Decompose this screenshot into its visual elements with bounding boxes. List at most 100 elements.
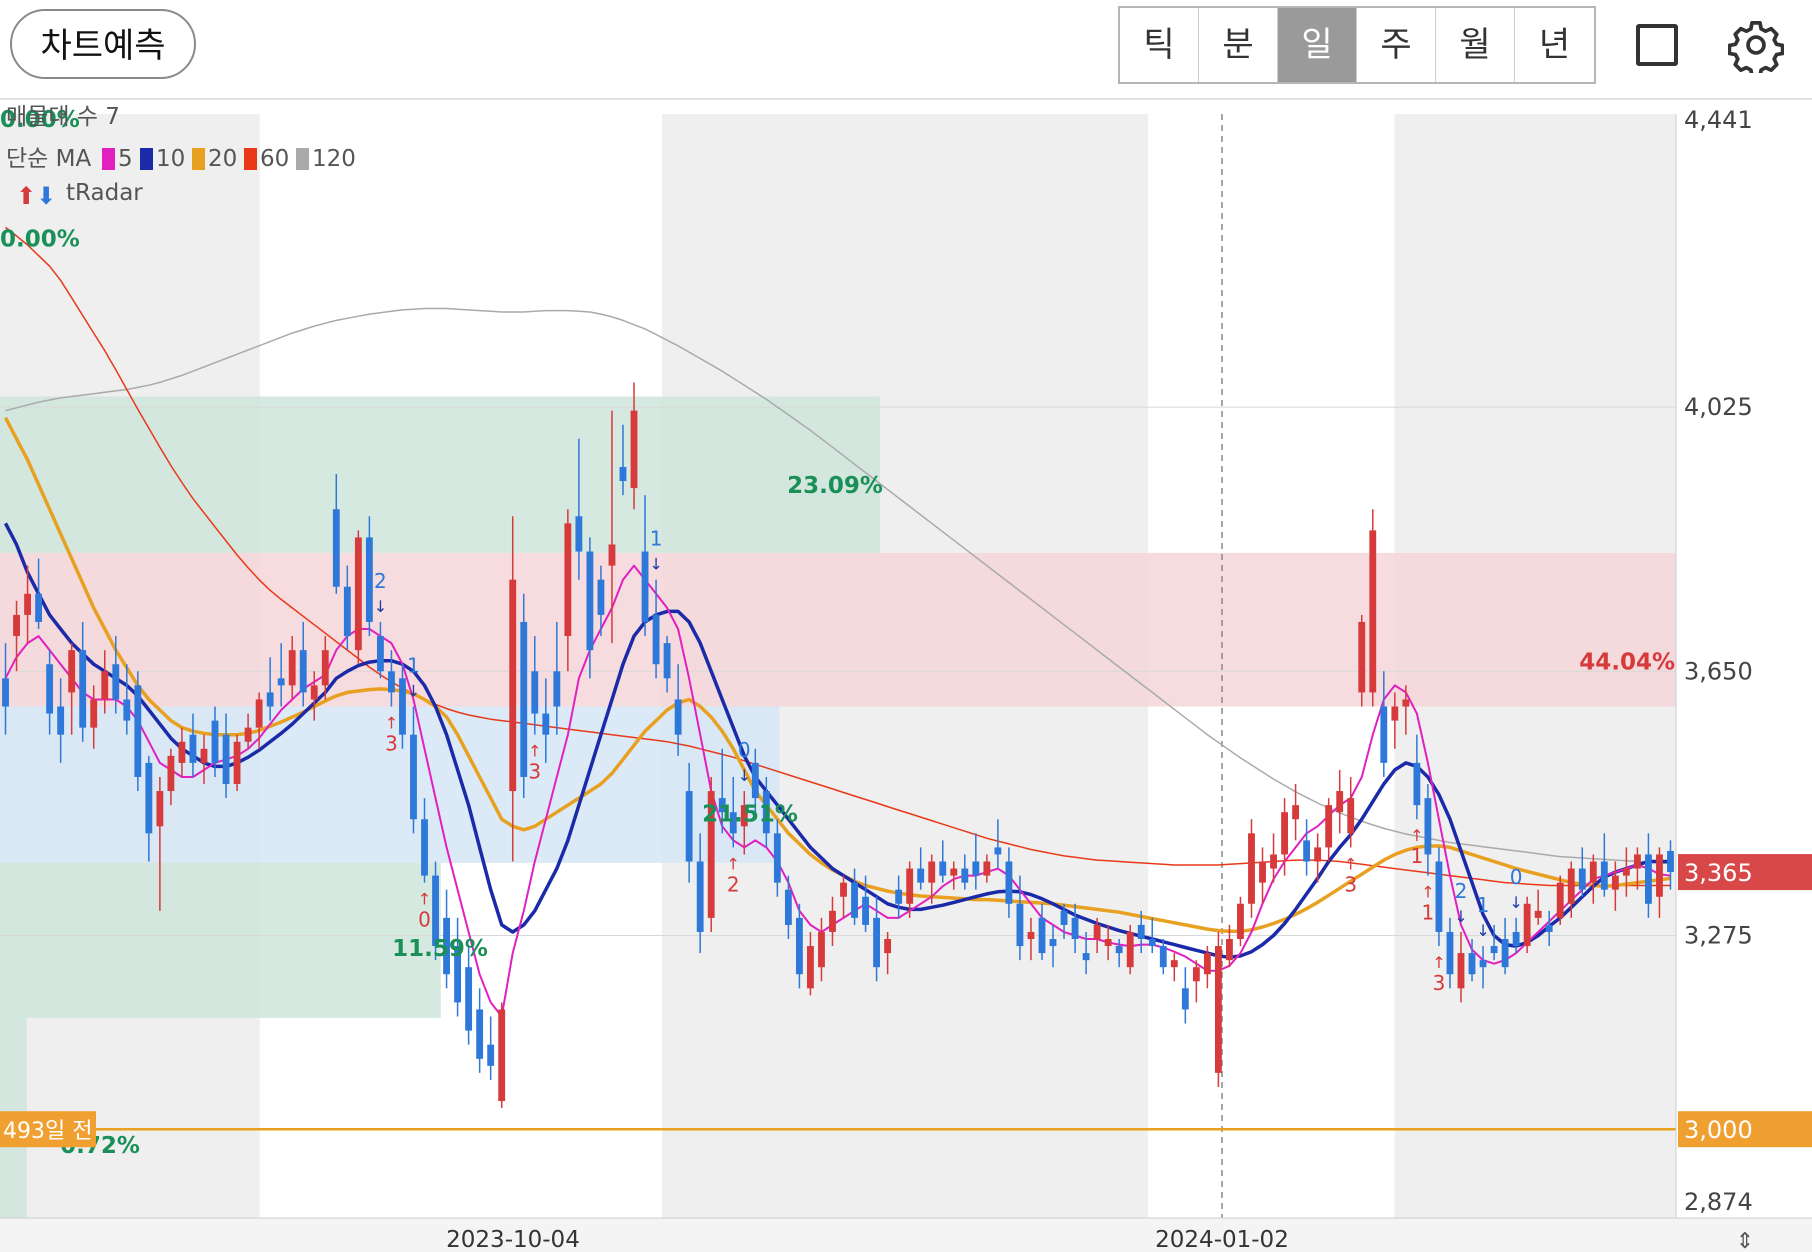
candle-body <box>520 621 528 777</box>
ma-legend-label: 5 <box>118 146 133 172</box>
candle-body <box>1137 924 1145 940</box>
candle-body <box>961 868 969 883</box>
candle-body <box>1027 931 1035 940</box>
scroll-handle-icon: ⇕ <box>1736 1229 1754 1252</box>
candle-body <box>553 671 561 707</box>
candle-body <box>1270 854 1277 869</box>
candle-body <box>1347 798 1355 834</box>
candle-body <box>255 699 263 728</box>
zone-pct-23: 23.09% <box>787 473 883 499</box>
candle-body <box>597 579 605 615</box>
square-icon[interactable] <box>1636 24 1678 66</box>
candle-body <box>365 537 373 622</box>
candle-body <box>156 791 164 827</box>
ma-legend-swatch <box>244 148 257 170</box>
candle-body <box>1578 868 1586 890</box>
candle-body <box>784 889 792 925</box>
candle-body <box>1314 847 1322 862</box>
candle-body <box>1589 861 1597 883</box>
gear-icon[interactable] <box>1728 17 1784 73</box>
candle-body <box>145 762 153 834</box>
ma-legend-label: 20 <box>208 146 237 172</box>
candle-body <box>1446 931 1454 975</box>
candle-body <box>1667 850 1674 873</box>
signal-label: 2 <box>727 872 740 896</box>
candle-body <box>46 664 54 714</box>
signal-label: 3 <box>528 760 541 784</box>
candlestick-chart[interactable]: 1↓↑02↓↑31↓↑20↓↑31↓↑32↓↑10↓↑1↑323.09%44.0… <box>0 100 1812 1252</box>
y-tick-label: 2,874 <box>1684 1188 1753 1216</box>
candle-body <box>1259 861 1266 883</box>
candle-body <box>310 685 318 700</box>
candle-body <box>641 551 649 622</box>
volume-profile-zone <box>0 862 441 1018</box>
candle-body <box>465 967 473 1031</box>
candle-body <box>773 833 781 883</box>
candle-body <box>652 614 660 665</box>
buy-arrow-icon: ↑ <box>528 742 541 761</box>
candle-body <box>1556 882 1564 918</box>
candle-body <box>1170 960 1178 968</box>
candle-body <box>829 910 836 932</box>
signal-label: 1 <box>1422 901 1435 925</box>
candle-body <box>1479 960 1487 968</box>
candle-body <box>1214 946 1222 1073</box>
candle-body <box>1192 967 1200 982</box>
candle-body <box>2 678 9 707</box>
period-tab-2[interactable]: 일 <box>1278 8 1357 82</box>
period-tab-1[interactable]: 분 <box>1199 8 1278 82</box>
candle-body <box>1468 953 1476 975</box>
candle-body <box>399 678 406 735</box>
candle-body <box>972 861 980 876</box>
candle-body <box>1391 706 1399 721</box>
candle-body <box>332 509 340 587</box>
candle-body <box>13 614 20 637</box>
candle-body <box>1038 917 1046 954</box>
buy-arrow-icon: ↑ <box>727 854 740 873</box>
reference-price-label: 3,000 <box>1684 1116 1753 1144</box>
period-tab-4[interactable]: 월 <box>1436 8 1515 82</box>
candle-body <box>884 939 892 954</box>
candle-body <box>1292 805 1300 820</box>
sell-arrow-icon: ↓ <box>1509 893 1522 912</box>
signal-label: 0 <box>738 738 751 762</box>
candle-body <box>917 868 925 883</box>
candle-body <box>586 551 594 651</box>
candle-body <box>1325 805 1333 848</box>
signal-label: 1 <box>1477 893 1490 917</box>
candle-body <box>178 741 186 763</box>
chart-predict-button[interactable]: 차트예측 <box>10 9 196 79</box>
candle-body <box>1424 798 1432 855</box>
period-tab-5[interactable]: 년 <box>1515 8 1594 82</box>
period-tab-0[interactable]: 틱 <box>1120 8 1199 82</box>
radar-legend-label: tRadar <box>66 180 143 206</box>
candle-body <box>928 861 936 883</box>
candle-body <box>1501 939 1509 968</box>
candle-body <box>619 466 627 482</box>
candle-body <box>674 699 682 735</box>
signal-label: 0 <box>418 908 431 932</box>
candle-body <box>1104 939 1112 947</box>
ma-legend-label: 60 <box>260 146 289 172</box>
candle-body <box>1115 946 1123 954</box>
zone-pct-0-a: 0.00% <box>0 226 80 252</box>
candle-body <box>1016 903 1024 947</box>
candle-body <box>167 755 175 792</box>
candle-body <box>288 650 296 686</box>
buy-arrow-icon: ↑ <box>1421 883 1434 902</box>
candle-body <box>277 678 285 686</box>
candle-body <box>862 896 869 925</box>
candle-body <box>68 650 76 693</box>
signal-label: 1 <box>1411 844 1424 868</box>
reference-note-label: 493일 전 <box>3 1119 92 1144</box>
signal-label: 3 <box>1344 872 1357 896</box>
period-tab-3[interactable]: 주 <box>1357 8 1436 82</box>
candle-body <box>134 685 142 777</box>
candle-body <box>1093 924 1101 940</box>
candle-body <box>1545 924 1553 932</box>
ma-legend-prefix: 단순 MA <box>6 146 91 172</box>
candle-body <box>343 586 351 637</box>
candle-body <box>1512 931 1520 947</box>
candle-body <box>1656 854 1663 897</box>
candle-body <box>1534 910 1542 918</box>
